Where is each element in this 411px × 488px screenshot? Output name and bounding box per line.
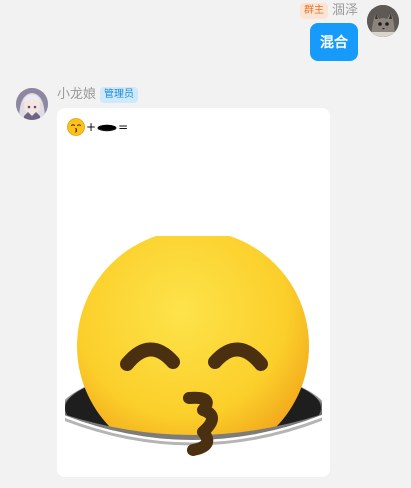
mix-message-bubble[interactable]: 混合 xyxy=(310,23,358,61)
emoji-formula: + = xyxy=(67,118,128,136)
self-message-meta: 群主 涸泽 xyxy=(299,3,358,19)
other-message-meta: 小龙娘 管理员 xyxy=(57,87,139,103)
admin-role-badge: 管理员 xyxy=(100,87,139,103)
anime-girl-icon xyxy=(16,88,48,120)
kissing-face-in-hole-icon xyxy=(57,230,329,476)
owner-role-badge: 群主 xyxy=(299,3,328,19)
cat-avatar[interactable] xyxy=(367,5,399,37)
mixed-emoji-result xyxy=(57,230,329,476)
other-sender-name[interactable]: 小龙娘 xyxy=(57,87,96,103)
self-message: 群主 涸泽 混合 xyxy=(0,0,411,70)
emoji-mix-card[interactable]: + = xyxy=(57,108,330,477)
hole-icon xyxy=(97,124,117,132)
other-message: 小龙娘 管理员 + = xyxy=(0,86,411,486)
formula-equals: = xyxy=(118,120,129,134)
cat-icon xyxy=(367,5,399,37)
kissing-face-emoji-icon xyxy=(67,118,85,136)
formula-plus: + xyxy=(86,120,97,134)
mix-message-text: 混合 xyxy=(320,35,348,51)
self-sender-name[interactable]: 涸泽 xyxy=(332,3,358,19)
girl-avatar[interactable] xyxy=(16,88,48,120)
